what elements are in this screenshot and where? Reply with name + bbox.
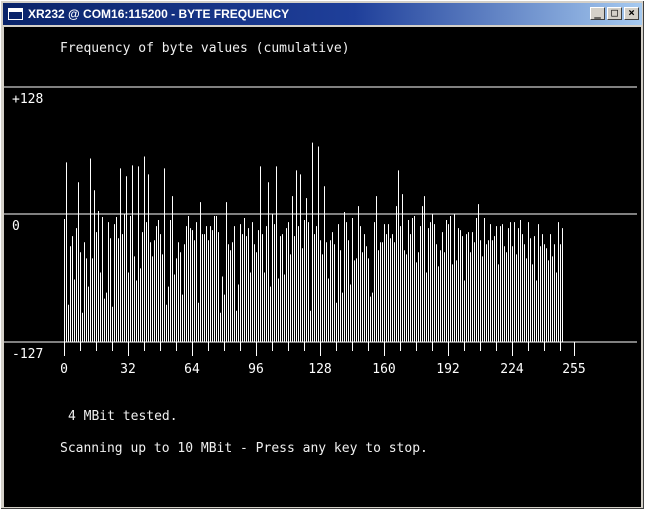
x-tick-label-96: 96 — [248, 362, 264, 377]
console-window: XR232 @ COM16:115200 - BYTE FREQUENCY _ … — [0, 0, 645, 510]
y-tick-label-1: 0 — [12, 219, 20, 234]
console-area[interactable]: 0 32 64 96 128 160 192 224 255 +128 0 -127 Frequenc… — [4, 27, 641, 507]
maximize-button[interactable]: □ — [607, 7, 622, 20]
console-app-icon[interactable] — [8, 8, 23, 20]
minimize-button[interactable]: _ — [590, 7, 605, 20]
close-button[interactable]: × — [624, 7, 639, 20]
x-tick-label-64: 64 — [184, 362, 200, 377]
title-bar[interactable]: XR232 @ COM16:115200 - BYTE FREQUENCY _ … — [3, 3, 642, 25]
x-tick-label-128: 128 — [308, 362, 331, 377]
byte-frequency-chart: 0 32 64 96 128 160 192 224 255 +128 0 -127 — [4, 86, 637, 377]
chart-heading: Frequency of byte values (cumulative) — [60, 41, 350, 56]
window-controls: _ □ × — [590, 7, 639, 20]
window-title: XR232 @ COM16:115200 - BYTE FREQUENCY — [28, 7, 290, 21]
x-tick-label-192: 192 — [436, 362, 459, 377]
status-tested: 4 MBit tested. — [68, 409, 178, 424]
x-tick-label-32: 32 — [120, 362, 136, 377]
y-tick-label-0: +128 — [12, 92, 43, 107]
y-tick-label-2: -127 — [12, 347, 43, 362]
x-tick-label-0: 0 — [60, 362, 68, 377]
x-tick-label-160: 160 — [372, 362, 395, 377]
x-tick-label-224: 224 — [500, 362, 524, 377]
x-tick-label-255: 255 — [562, 362, 585, 377]
status-scanning: Scanning up to 10 MBit - Press any key t… — [60, 441, 428, 456]
